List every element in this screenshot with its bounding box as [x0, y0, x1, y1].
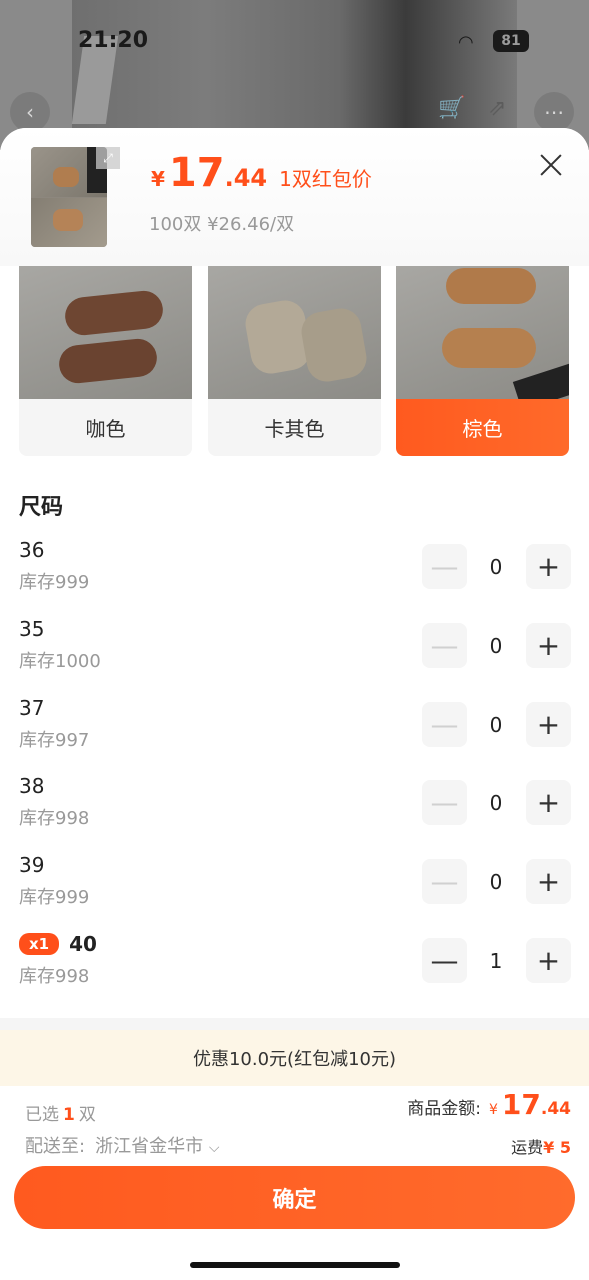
- color-image-brown: [396, 266, 569, 411]
- battery-icon: 81: [493, 30, 529, 52]
- size-value-wrap: x1 40: [19, 932, 97, 956]
- size-row-35: 35 库存1000 — 0 +: [0, 617, 589, 687]
- share-icon: ⇗: [488, 96, 507, 121]
- quantity-value[interactable]: 0: [468, 859, 524, 904]
- price-label: 1双红包价: [279, 167, 372, 191]
- size-row-40: x1 40 库存998 — 1 +: [0, 932, 589, 1002]
- home-indicator: [190, 1262, 400, 1268]
- amount-integer: 17: [501, 1088, 541, 1121]
- selected-unit: 双: [78, 1105, 96, 1125]
- chevron-down-icon: ⌵: [208, 1140, 220, 1156]
- size-value: 38: [19, 774, 45, 798]
- total-amount: 商品金额: ¥ 17 .44: [407, 1088, 571, 1121]
- promo-banner: 优惠10.0元(红包减10元): [0, 1030, 589, 1086]
- tier-price: 100双 ¥26.46/双: [149, 214, 295, 235]
- stock-count: 库存998: [19, 966, 90, 987]
- stock-count: 库存997: [19, 730, 90, 751]
- freight-label: 运费: [511, 1138, 544, 1157]
- increment-button[interactable]: +: [526, 780, 571, 825]
- size-row-38: 38 库存998 — 0 +: [0, 774, 589, 844]
- selected-summary: 已选 1 双: [25, 1100, 96, 1125]
- color-label: 卡其色: [264, 417, 325, 441]
- close-icon[interactable]: [538, 152, 564, 178]
- amount-decimal: .44: [540, 1099, 571, 1119]
- size-row-36: 36 库存999 — 0 +: [0, 538, 589, 608]
- ship-address: 浙江省金华市: [95, 1136, 204, 1157]
- color-image-coffee: [19, 266, 192, 399]
- stock-count: 库存1000: [19, 651, 101, 672]
- quantity-value[interactable]: 1: [468, 938, 524, 983]
- freight-value: ¥ 5: [543, 1138, 571, 1157]
- decrement-button[interactable]: —: [422, 544, 467, 589]
- price-currency: ¥: [151, 167, 165, 191]
- ship-label: 配送至:: [25, 1136, 86, 1157]
- price-integer: 17: [168, 150, 225, 196]
- size-value: 35: [19, 617, 45, 641]
- color-option-brown[interactable]: 棕色: [396, 266, 569, 456]
- selected-prefix: 已选: [25, 1105, 59, 1125]
- back-icon: ‹: [10, 92, 50, 132]
- size-value: 39: [19, 853, 45, 877]
- sku-selector-sheet: ⤢ ¥ 17 .44 1双红包价 100双 ¥26.46/双 咖色 卡其色 棕色…: [0, 128, 589, 1280]
- color-option-khaki[interactable]: 卡其色: [208, 266, 381, 456]
- size-value: 36: [19, 538, 45, 562]
- increment-button[interactable]: +: [526, 859, 571, 904]
- size-row-39: 39 库存999 — 0 +: [0, 853, 589, 923]
- color-image-khaki: [208, 266, 381, 399]
- decrement-button[interactable]: —: [422, 623, 467, 668]
- color-label: 咖色: [85, 417, 126, 441]
- price-decimal: .44: [224, 164, 268, 192]
- size-section-title: 尺码: [19, 495, 64, 520]
- decrement-button[interactable]: —: [422, 938, 467, 983]
- stock-count: 库存999: [19, 887, 90, 908]
- sheet-header: ⤢ ¥ 17 .44 1双红包价 100双 ¥26.46/双: [0, 128, 589, 266]
- zoom-icon[interactable]: ⤢: [96, 147, 120, 169]
- quantity-value[interactable]: 0: [468, 702, 524, 747]
- wifi-icon: ◠: [458, 32, 474, 53]
- confirm-button[interactable]: 确定: [14, 1166, 575, 1229]
- stock-count: 库存998: [19, 808, 90, 829]
- amount-currency: ¥: [488, 1102, 498, 1118]
- freight: 运费¥ 5: [511, 1134, 571, 1158]
- decrement-button[interactable]: —: [422, 780, 467, 825]
- selected-count: 1: [63, 1105, 75, 1125]
- quantity-value[interactable]: 0: [468, 544, 524, 589]
- increment-button[interactable]: +: [526, 702, 571, 747]
- price: ¥ 17 .44 1双红包价: [151, 150, 372, 196]
- amount-label: 商品金额:: [407, 1099, 481, 1119]
- section-divider: [0, 1018, 589, 1030]
- stock-count: 库存999: [19, 572, 90, 593]
- quantity-value[interactable]: 0: [468, 780, 524, 825]
- cart-icon: 🛒: [438, 96, 466, 121]
- increment-button[interactable]: +: [526, 938, 571, 983]
- quantity-value[interactable]: 0: [468, 623, 524, 668]
- color-options: 咖色 卡其色 棕色: [0, 266, 589, 456]
- color-label: 棕色: [396, 399, 569, 456]
- status-bar: 21:20 ◠ 81: [0, 28, 589, 58]
- increment-button[interactable]: +: [526, 544, 571, 589]
- status-time: 21:20: [78, 28, 149, 53]
- ship-to[interactable]: 配送至: 浙江省金华市 ⌵: [25, 1132, 219, 1158]
- color-option-coffee[interactable]: 咖色: [19, 266, 192, 456]
- size-row-37: 37 库存997 — 0 +: [0, 696, 589, 766]
- more-icon: ⋯: [534, 92, 574, 132]
- decrement-button[interactable]: —: [422, 859, 467, 904]
- size-value: 37: [19, 696, 45, 720]
- size-value: 40: [69, 932, 97, 956]
- quantity-badge: x1: [19, 933, 60, 955]
- increment-button[interactable]: +: [526, 623, 571, 668]
- decrement-button[interactable]: —: [422, 702, 467, 747]
